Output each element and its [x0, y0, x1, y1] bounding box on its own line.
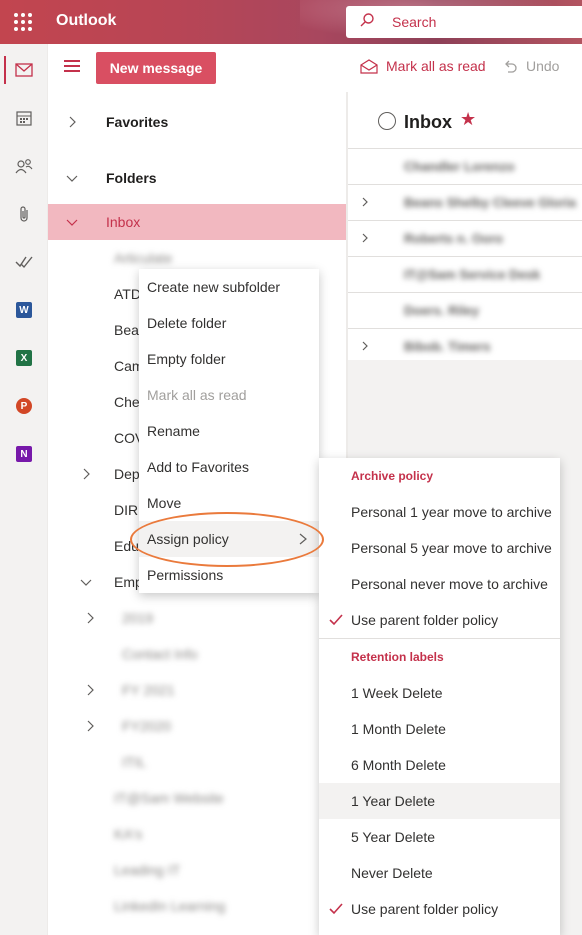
envelope-open-icon: [360, 59, 378, 74]
menu-assign-policy[interactable]: Assign policy: [139, 521, 319, 557]
archive-option[interactable]: Personal never move to archive: [319, 566, 560, 602]
hamburger-menu-icon[interactable]: [64, 60, 80, 74]
calendar-icon[interactable]: [0, 98, 48, 138]
assign-policy-label: Assign policy: [147, 531, 229, 547]
folder-item[interactable]: Leading IT: [48, 852, 346, 888]
list-header: Inbox ★: [348, 92, 582, 148]
folder-item[interactable]: IT@Sam Website: [48, 780, 346, 816]
excel-icon[interactable]: X: [0, 338, 48, 378]
chevron-right-icon: [299, 533, 307, 545]
inbox-label: Inbox: [106, 214, 141, 230]
undo-icon: [505, 60, 517, 73]
menu-empty-folder[interactable]: Empty folder: [139, 341, 319, 377]
app-header: Outlook Search: [0, 0, 582, 44]
select-all-icon[interactable]: [378, 112, 396, 130]
menu-rename[interactable]: Rename: [139, 413, 319, 449]
folder-item[interactable]: 2019: [48, 600, 346, 636]
retention-option[interactable]: 6 Month Delete: [319, 747, 560, 783]
archive-option[interactable]: Personal 1 year move to archive: [319, 494, 560, 530]
chevron-right-icon[interactable]: [360, 341, 370, 351]
mail-icon[interactable]: [0, 50, 48, 90]
search-box[interactable]: Search: [346, 6, 582, 38]
folder-item[interactable]: FY2020: [48, 708, 346, 744]
message-row[interactable]: Beans Shelby Cleeve Gloria: [348, 184, 582, 220]
menu-move[interactable]: Move: [139, 485, 319, 521]
favorites-node[interactable]: Favorites: [48, 104, 346, 140]
chevron-right-icon[interactable]: [360, 233, 370, 243]
chevron-right-icon: [69, 116, 76, 128]
folder-inbox[interactable]: Inbox: [48, 204, 346, 240]
new-message-button[interactable]: New message: [96, 52, 216, 84]
chevron-right-icon: [83, 468, 90, 480]
message-row[interactable]: Doers. Riley: [348, 292, 582, 328]
app-launcher-icon[interactable]: [14, 13, 32, 31]
favorite-star-icon[interactable]: ★: [460, 109, 476, 130]
retention-option[interactable]: 1 Month Delete: [319, 711, 560, 747]
retention-option[interactable]: Never Delete: [319, 855, 560, 891]
menu-mark-all-read: Mark all as read: [147, 387, 247, 403]
app-rail: W X P N: [0, 44, 48, 935]
menu-add-to-favorites[interactable]: Add to Favorites: [139, 449, 319, 485]
retention-option[interactable]: 1 Year Delete: [319, 783, 560, 819]
onenote-icon[interactable]: N: [0, 434, 48, 474]
menu-create-subfolder[interactable]: Create new subfolder: [139, 269, 319, 305]
archive-option[interactable]: Personal 5 year move to archive: [319, 530, 560, 566]
undo-button[interactable]: Undo: [502, 58, 559, 74]
checkmark-icon: [329, 903, 343, 915]
folder-item[interactable]: KA's: [48, 816, 346, 852]
archive-option-selected[interactable]: Use parent folder policy: [319, 602, 560, 638]
command-bar: New message Mark all as read Undo: [48, 44, 582, 92]
chevron-right-icon: [87, 684, 94, 696]
retention-option-selected[interactable]: Use parent folder policy: [319, 891, 560, 927]
chevron-down-icon: [66, 175, 78, 182]
checkmark-icon: [329, 614, 343, 626]
folders-node[interactable]: Folders: [48, 160, 346, 196]
favorites-label: Favorites: [106, 114, 169, 130]
undo-label: Undo: [526, 58, 560, 74]
search-icon: [360, 13, 374, 27]
app-title[interactable]: Outlook: [56, 12, 116, 30]
menu-permissions[interactable]: Permissions: [139, 557, 319, 593]
message-row[interactable]: IT@Sam Service Desk: [348, 256, 582, 292]
folder-item[interactable]: Contact Info: [48, 636, 346, 672]
menu-delete-folder[interactable]: Delete folder: [139, 305, 319, 341]
search-placeholder: Search: [392, 14, 437, 30]
message-row[interactable]: Bibob. Timers: [348, 328, 582, 360]
retention-labels-header: Retention labels: [351, 650, 444, 664]
mark-all-read-button[interactable]: Mark all as read: [360, 58, 486, 74]
message-row[interactable]: Roberts n. Ooro: [348, 220, 582, 256]
chevron-right-icon: [87, 612, 94, 624]
list-title: Inbox: [404, 112, 452, 132]
mark-all-read-label: Mark all as read: [386, 58, 486, 74]
chevron-right-icon[interactable]: [360, 197, 370, 207]
assign-policy-submenu: Archive policy Personal 1 year move to a…: [319, 458, 560, 935]
people-icon[interactable]: [0, 146, 48, 186]
chevron-down-icon: [66, 219, 78, 226]
folder-item[interactable]: ITIL: [48, 744, 346, 780]
chevron-right-icon: [87, 720, 94, 732]
folders-label: Folders: [106, 170, 157, 186]
message-row[interactable]: Chandler Lorenzo: [348, 148, 582, 184]
retention-option[interactable]: 5 Year Delete: [319, 819, 560, 855]
attachment-icon[interactable]: [0, 194, 48, 234]
retention-option[interactable]: 1 Week Delete: [319, 675, 560, 711]
folder-item[interactable]: FY 2021: [48, 672, 346, 708]
folder-context-menu: Create new subfolder Delete folder Empty…: [139, 269, 319, 593]
todo-icon[interactable]: [0, 242, 48, 282]
word-icon[interactable]: W: [0, 290, 48, 330]
folder-item[interactable]: LinkedIn Learning: [48, 888, 346, 924]
chevron-down-icon: [80, 579, 92, 586]
powerpoint-icon[interactable]: P: [0, 386, 48, 426]
archive-policy-header: Archive policy: [351, 469, 434, 483]
